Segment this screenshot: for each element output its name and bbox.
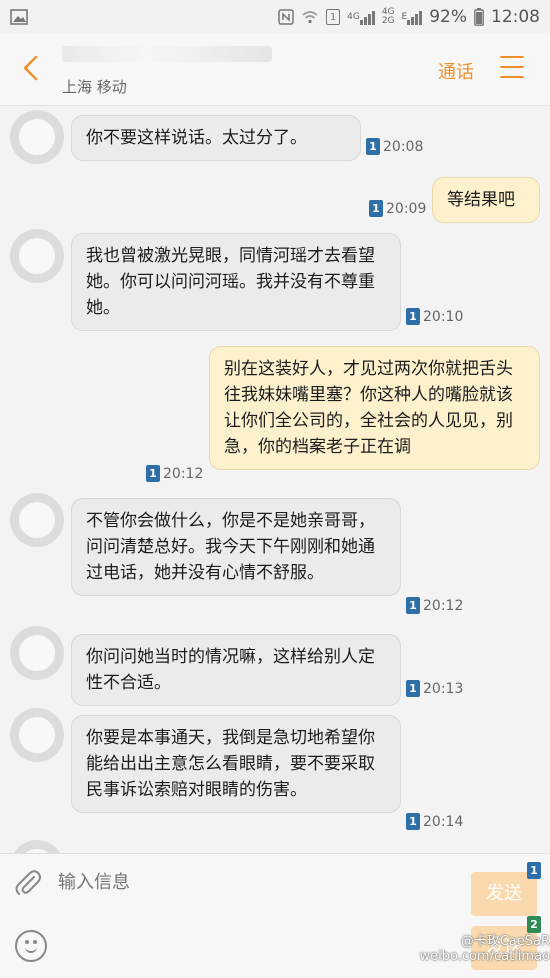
clock: 12:08 — [491, 7, 540, 27]
contact-avatar[interactable] — [10, 493, 64, 547]
message-time: 20:09 — [386, 200, 427, 217]
contact-avatar[interactable] — [10, 626, 64, 680]
sim1-badge: 1 — [406, 597, 420, 614]
conversation-header: 上海 移动 通话 — [0, 34, 550, 106]
message-input[interactable] — [58, 872, 438, 893]
signal-4g2g-icon: 4G 2G — [382, 8, 395, 26]
message-bubble-outgoing[interactable]: 别在这装好人，才见过两次你就把舌头往我妹妹嘴里塞？你这种人的嘴脸就该让你们全公司… — [209, 346, 540, 470]
message-meta: 1 20:08 — [366, 138, 423, 155]
signal-4g-icon: 4G — [347, 9, 375, 25]
contact-avatar[interactable] — [10, 229, 64, 283]
contact-avatar[interactable] — [10, 840, 64, 853]
menu-icon[interactable] — [500, 56, 524, 78]
sim1-badge: 1 — [406, 813, 420, 830]
contact-carrier: 上海 移动 — [62, 78, 127, 96]
message-list[interactable]: 你不要这样说话。太过分了。 1 20:08 1 20:09 等结果吧 我也曾被激… — [0, 107, 550, 853]
battery-icon — [474, 8, 484, 26]
message-time: 20:14 — [423, 813, 464, 830]
sim1-badge: 1 — [146, 465, 160, 482]
status-bar: 1 4G 4G 2G E 92% 12:08 — [0, 0, 550, 34]
message-bubble-outgoing[interactable]: 等结果吧 — [432, 177, 540, 223]
signal-e-icon: E — [402, 9, 423, 25]
message-bubble-incoming[interactable]: 不管你会做什么，你是不是她亲哥哥，问问清楚总好。我今天下午刚刚和她通过电话，她并… — [71, 498, 401, 596]
message-time: 20:12 — [423, 597, 464, 614]
watermark-url: weibo.com/catlimao — [419, 949, 550, 964]
watermark-handle: @卡玫CaeSaR — [460, 934, 550, 949]
message-bubble-incoming[interactable]: 我也曾被激光晃眼，同情河瑶才去看望她。你可以问问河瑶。我并没有不尊重她。 — [71, 233, 401, 331]
message-meta: 1 20:12 — [146, 465, 203, 482]
message-time: 20:13 — [423, 680, 464, 697]
call-button[interactable]: 通话 — [438, 58, 474, 84]
sim1-badge: 1 — [366, 138, 380, 155]
message-time: 20:08 — [383, 138, 424, 155]
nfc-icon — [278, 9, 294, 25]
network-type-label: 4G — [347, 11, 360, 22]
sim1-badge: 1 — [527, 862, 541, 879]
send-button-sim1[interactable]: 发送 1 — [471, 862, 541, 916]
sim-indicator-icon: 1 — [326, 9, 341, 25]
message-meta: 1 20:09 — [369, 200, 426, 217]
message-meta: 1 20:13 — [406, 680, 463, 697]
message-bubble-incoming[interactable]: 你不要这样说话。太过分了。 — [71, 115, 361, 161]
back-arrow-icon[interactable] — [20, 54, 42, 82]
network-type-label-3: 2G — [381, 16, 395, 26]
weibo-watermark: @卡玫CaeSaR weibo.com/catlimao — [400, 930, 550, 964]
contact-avatar[interactable] — [10, 708, 64, 762]
sim1-badge: 1 — [406, 308, 420, 325]
message-bubble-incoming[interactable]: 你要是本事通天，我倒是急切地希望你能给出出主意怎么看眼睛，要不要采取民事诉讼索赔… — [71, 715, 401, 813]
message-time: 20:10 — [423, 308, 464, 325]
battery-percent: 92% — [429, 7, 467, 27]
contact-name-redacted — [62, 46, 272, 62]
wifi-icon — [301, 9, 319, 25]
sim1-badge: 1 — [406, 680, 420, 697]
message-time: 20:12 — [163, 465, 204, 482]
message-meta: 1 20:14 — [406, 813, 463, 830]
send-label: 发送 — [486, 883, 522, 904]
contact-avatar[interactable] — [10, 110, 64, 164]
sim1-badge: 1 — [369, 200, 383, 217]
message-meta: 1 20:10 — [406, 308, 463, 325]
gallery-icon — [10, 9, 28, 25]
emoji-icon[interactable] — [15, 930, 47, 962]
message-meta: 1 20:12 — [406, 597, 463, 614]
message-bubble-incoming[interactable]: 你问问她当时的情况嘛，这样给别人定性不合适。 — [71, 634, 401, 706]
attachment-icon[interactable] — [14, 868, 42, 905]
